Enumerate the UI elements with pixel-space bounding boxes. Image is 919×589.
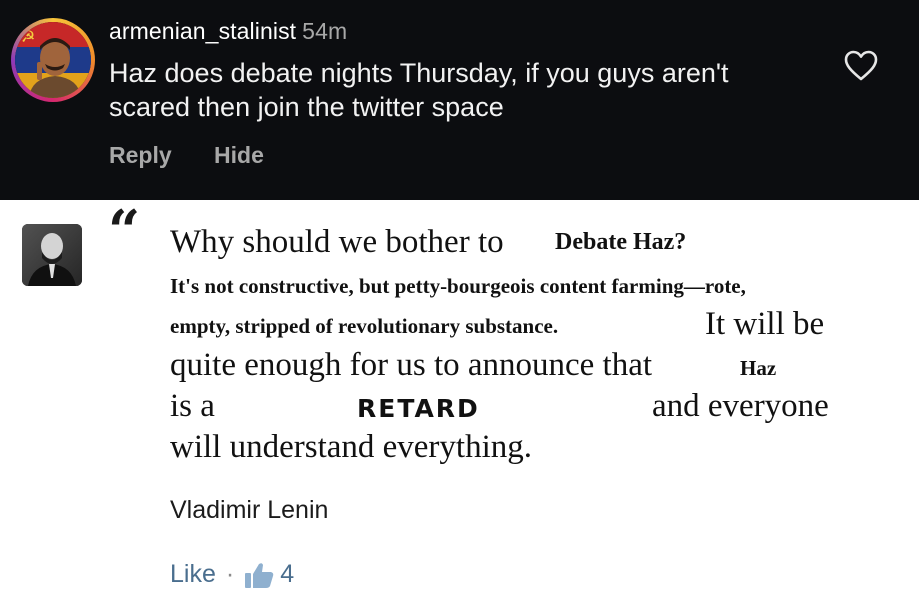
like-button[interactable]: Like	[170, 560, 216, 589]
username[interactable]: armenian_stalinist	[109, 18, 296, 44]
like-count: 4	[280, 560, 295, 588]
quote-line5-a: is a	[170, 388, 215, 424]
comment-text: Haz does debate nights Thursday, if you …	[109, 58, 729, 122]
quote-line1-b: Debate Haz?	[555, 229, 687, 255]
quote-line6: will understand everything.	[170, 429, 533, 465]
story-ring[interactable]: ☭	[11, 18, 95, 102]
quote-line3-b: It will be	[705, 306, 825, 342]
comment-panel: ☭ armenian_stalinist 54m Haz does debate …	[0, 0, 919, 200]
lenin-portrait	[22, 224, 82, 286]
quote-line3-a: empty, stripped of revolutionary substan…	[170, 314, 559, 338]
avatar[interactable]: ☭	[15, 22, 91, 98]
quote-line1-a: Why should we bother to	[170, 224, 504, 260]
svg-text:☭: ☭	[21, 27, 35, 46]
like-bar: Like · 4	[170, 560, 294, 589]
separator: ·	[225, 560, 235, 588]
heart-icon[interactable]	[844, 50, 878, 82]
quote-line4-a: quite enough for us to announce that	[170, 347, 653, 383]
quote-author: Vladimir Lenin	[170, 496, 329, 524]
comment-actions: Reply Hide	[109, 142, 300, 169]
quote-line4-b: Haz	[740, 356, 777, 380]
comment-author[interactable]: armenian_stalinist 54m	[109, 18, 347, 45]
timestamp: 54m	[302, 18, 348, 44]
reply-button[interactable]: Reply	[109, 142, 172, 168]
quote-mark-icon: “	[108, 198, 141, 264]
hide-button[interactable]: Hide	[214, 142, 264, 168]
quote-line2: It's not constructive, but petty-bourgeo…	[170, 274, 746, 298]
quote-line5-b: RETARD	[357, 394, 480, 423]
thumbs-up-icon	[245, 562, 274, 588]
quote-line5-c: and everyone	[652, 388, 829, 424]
